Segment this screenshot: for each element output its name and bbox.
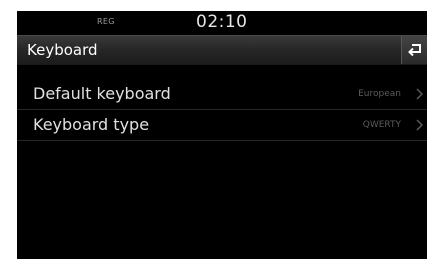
back-button[interactable]	[401, 36, 427, 64]
chevron-right-icon	[416, 88, 423, 100]
status-reg-label: REG	[97, 17, 115, 26]
settings-list: Default keyboard European Keyboard type …	[17, 79, 427, 141]
chevron-right-icon	[416, 119, 423, 131]
settings-item-value: QWERTY	[362, 120, 401, 130]
page-title: Keyboard	[27, 41, 98, 59]
settings-item-keyboard-type[interactable]: Keyboard type QWERTY	[17, 110, 427, 141]
back-arrow-icon	[408, 44, 421, 56]
settings-item-default-keyboard[interactable]: Default keyboard European	[17, 79, 427, 110]
status-bar: REG 02:10	[17, 11, 427, 33]
screen: REG 02:10 Keyboard Default keyboard Euro…	[17, 11, 427, 259]
settings-item-label: Default keyboard	[33, 84, 171, 103]
settings-item-label: Keyboard type	[33, 115, 150, 134]
settings-item-value: European	[358, 89, 401, 99]
title-bar: Keyboard	[17, 35, 427, 65]
status-clock: 02:10	[196, 12, 248, 32]
